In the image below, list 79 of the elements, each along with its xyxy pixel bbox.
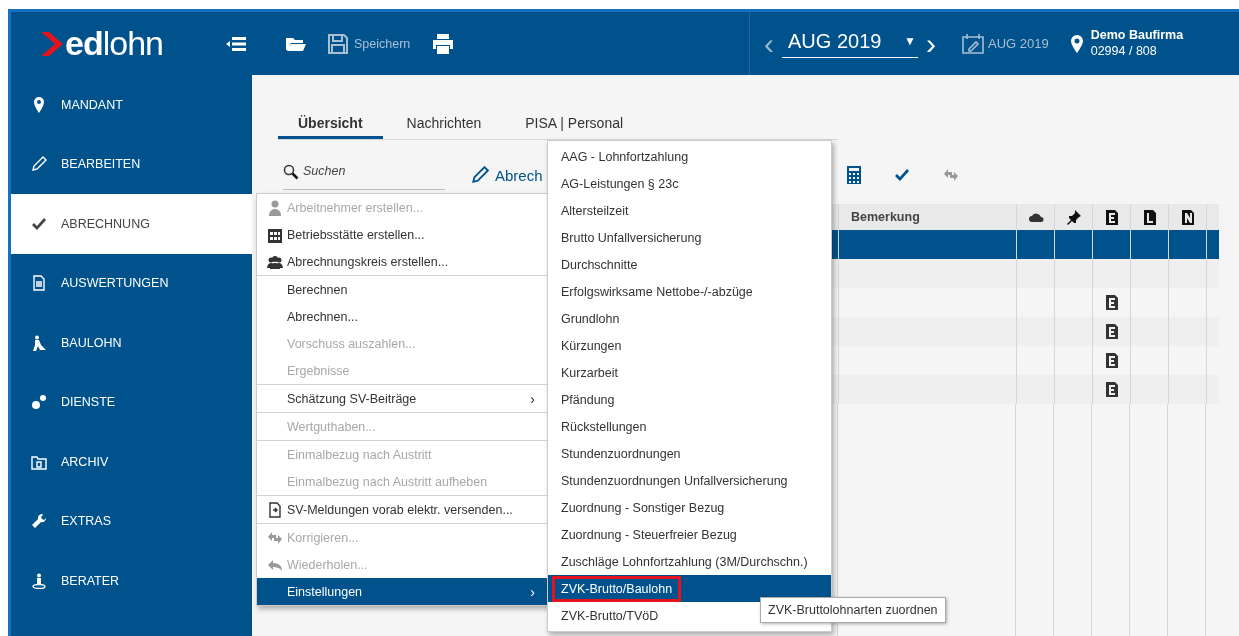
map-pin-icon: [31, 96, 47, 113]
document-icon: [1105, 382, 1118, 397]
menu-item[interactable]: Rückstellungen: [548, 413, 831, 440]
next-period-button[interactable]: ›: [926, 28, 936, 59]
sidebar-item[interactable]: ARCHIV: [11, 432, 252, 492]
menu-item[interactable]: Erfolgswirksame Nettobe-/-abzüge: [548, 278, 831, 305]
group-icon: [267, 254, 283, 270]
menu-item[interactable]: AAG - Lohnfortzahlung: [548, 143, 831, 170]
document-icon: [1105, 353, 1118, 368]
menu-item[interactable]: Altersteilzeit: [548, 197, 831, 224]
wrench-icon: [31, 513, 47, 530]
pencil-icon: [31, 156, 47, 173]
menu-item[interactable]: Schätzung SV-Beiträge ›: [257, 385, 549, 412]
person-icon: [267, 200, 283, 216]
calendar-edit-icon: [962, 33, 984, 54]
menu-item[interactable]: Pfändung: [548, 386, 831, 413]
tab[interactable]: PISA | Personal: [505, 109, 644, 139]
checkmark-icon[interactable]: [893, 167, 911, 183]
calendar-icon: [267, 227, 283, 243]
chevron-logo-icon: [41, 31, 63, 56]
logo-text: edlohn: [65, 24, 163, 63]
menu-item[interactable]: Zuordnung - Sonstiger Bezug: [548, 494, 831, 521]
map-pin-icon: [1070, 34, 1083, 53]
document-icon: [31, 275, 47, 292]
sidebar-item[interactable]: EXTRAS: [11, 491, 252, 551]
folder-icon: [31, 453, 47, 470]
pencil-icon: [471, 166, 489, 184]
sidebar-item[interactable]: DIENSTE: [11, 372, 252, 432]
tab[interactable]: Nachrichten: [386, 109, 502, 139]
menu-item[interactable]: Stundenzuordnungen Unfallversicherung: [548, 467, 831, 494]
menu-item[interactable]: Abrechnen...: [257, 303, 549, 330]
sidebar-item[interactable]: ABRECHNUNG: [11, 194, 252, 254]
menu-item[interactable]: Durchschnitte: [548, 251, 831, 278]
submenu-arrow: ›: [530, 390, 535, 407]
previous-period-button[interactable]: ‹: [764, 28, 774, 59]
sidebar-item[interactable]: BEARBEITEN: [11, 134, 252, 194]
search-icon: [283, 164, 299, 180]
menu-item[interactable]: Kürzungen: [548, 332, 831, 359]
swap-arrows-icon[interactable]: [943, 167, 959, 183]
n-document-icon: [1181, 209, 1194, 225]
tab[interactable]: Übersicht: [278, 109, 383, 139]
printer-icon[interactable]: [432, 33, 455, 54]
pin-icon: [1065, 209, 1082, 225]
sidebar-item[interactable]: BERATER: [11, 551, 252, 611]
menu-item[interactable]: Grundlohn: [548, 305, 831, 332]
menu-toggle-icon[interactable]: [226, 36, 246, 51]
menu-item[interactable]: Zuschläge Lohnfortzahlung (3M/Durchschn.): [548, 548, 831, 575]
l-document-icon: [1143, 209, 1156, 225]
tooltip: ZVK-Bruttolohnarten zuordnen: [760, 597, 946, 623]
menu-item[interactable]: Berechnen: [257, 276, 549, 303]
period-dropdown[interactable]: AUG 2019 ▼: [782, 29, 918, 58]
calculator-icon[interactable]: [847, 166, 861, 184]
e-document-icon: [1105, 209, 1118, 225]
menu-item[interactable]: Betriebsstätte erstellen...: [257, 221, 549, 248]
company-number: 02994 / 808: [1090, 43, 1158, 60]
sidebar-item[interactable]: AUSWERTUNGEN: [11, 253, 252, 313]
document-icon: [1105, 324, 1118, 339]
booked-period: AUG 2019: [988, 36, 1049, 51]
swap-arrows-icon: [267, 530, 283, 546]
action-button[interactable]: Abrech: [471, 166, 543, 184]
search-field[interactable]: Suchen: [303, 164, 423, 178]
checkmark-icon: [31, 215, 47, 232]
person-icon: [31, 572, 47, 589]
document-icon: [1105, 295, 1118, 310]
menu-item[interactable]: Einstellungen ›: [257, 578, 549, 605]
menu-item[interactable]: AG-Leistungen § 23c: [548, 170, 831, 197]
company-name: Demo Baufirma: [1090, 27, 1184, 44]
menu-item[interactable]: Stundenzuordnungen: [548, 440, 831, 467]
menu-item[interactable]: SV-Meldungen vorab elektr. versenden...: [257, 496, 549, 523]
sidebar-item[interactable]: MANDANT: [11, 75, 252, 135]
menu-item[interactable]: Zuordnung - Steuerfreier Bezug: [548, 521, 831, 548]
sidebar-item[interactable]: BAULOHN: [11, 313, 252, 373]
open-folder-icon[interactable]: [286, 35, 306, 52]
menu-item[interactable]: ZVK-Brutto/Baulohn: [548, 575, 831, 602]
file-arrow-icon: [267, 502, 283, 518]
menu-item[interactable]: Brutto Unfallversicherung: [548, 224, 831, 251]
menu-item[interactable]: Kurzarbeit: [548, 359, 831, 386]
menu-item[interactable]: Abrechnungskreis erstellen...: [257, 248, 549, 275]
submenu-arrow: ›: [530, 583, 535, 600]
